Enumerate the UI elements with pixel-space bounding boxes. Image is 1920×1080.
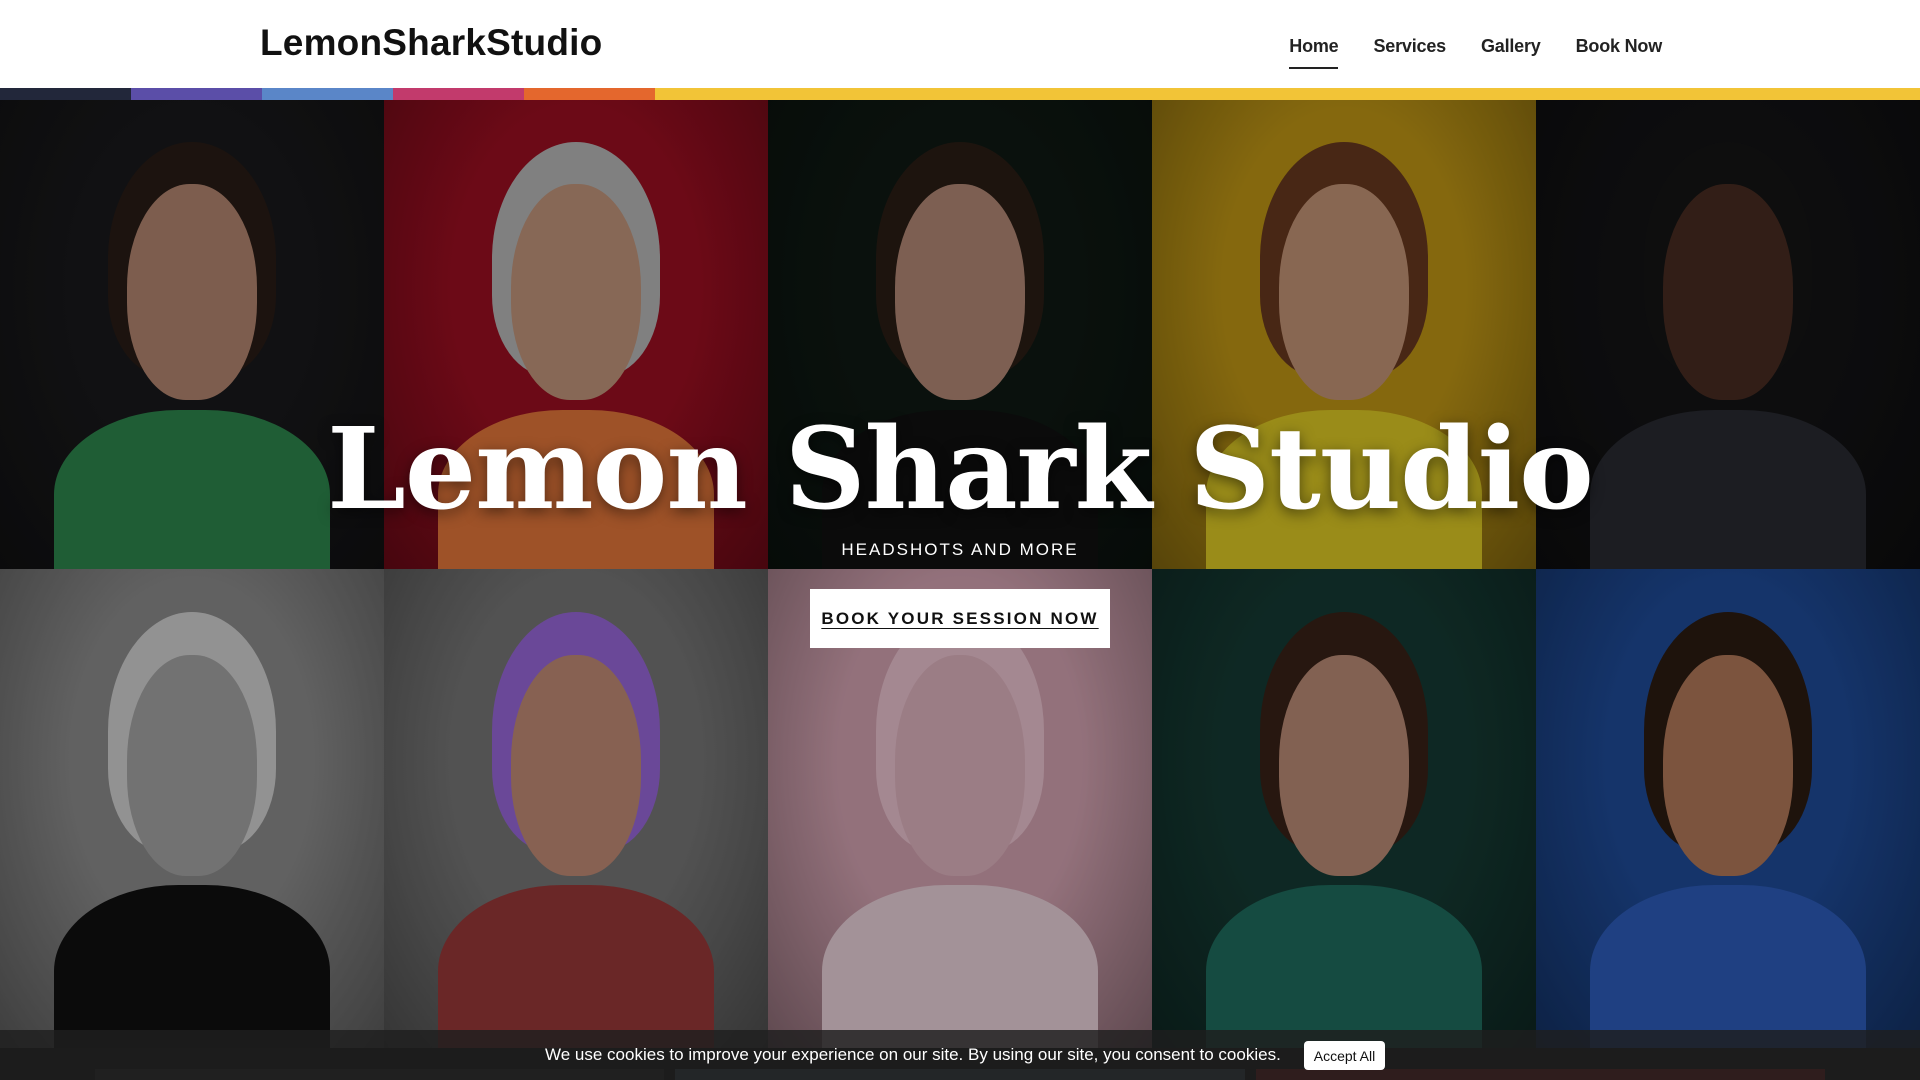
hero-subtitle: HEADSHOTS AND MORE [841,540,1079,559]
site-header: LemonSharkStudio Home Services Gallery B… [0,0,1920,88]
cookie-message: We use cookies to improve your experienc… [545,1045,1281,1064]
stripe-segment [655,88,1920,100]
tile-overlay [1536,569,1920,1048]
tile-overlay [384,569,768,1048]
stripe-segment [131,88,262,100]
nav-gallery[interactable]: Gallery [1481,36,1541,69]
stripe-segment [393,88,524,100]
accept-cookies-button[interactable]: Accept All [1304,1041,1385,1070]
book-session-button[interactable]: BOOK YOUR SESSION NOW [810,589,1110,648]
nav-home[interactable]: Home [1289,36,1339,69]
cookie-banner: We use cookies to improve your experienc… [0,1030,1920,1080]
stripe-segment [0,88,131,100]
tile-overlay [1152,569,1536,1048]
portrait-gallery [0,100,1920,1048]
portrait-tile[interactable] [0,569,384,1048]
portrait-tile[interactable] [384,569,768,1048]
site-logo[interactable]: LemonSharkStudio [260,22,602,64]
main-nav: Home Services Gallery Book Now [1289,36,1662,69]
tile-overlay [0,569,384,1048]
portrait-tile[interactable] [1536,569,1920,1048]
portrait-tile[interactable] [1152,569,1536,1048]
nav-services[interactable]: Services [1373,36,1446,69]
color-stripe [0,88,1920,100]
stripe-segment [262,88,393,100]
stripe-segment [524,88,655,100]
nav-book-now[interactable]: Book Now [1576,36,1663,69]
hero-title: Lemon Shark Studio [327,404,1594,535]
